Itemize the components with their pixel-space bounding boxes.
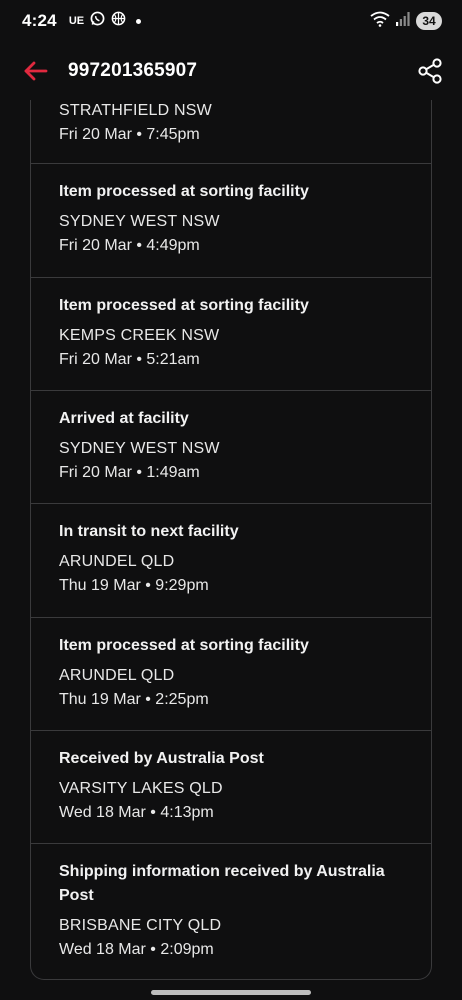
event-time: Thu 19 Mar • 9:29pm [59, 577, 209, 594]
whatsapp-icon [90, 11, 105, 31]
basketball-icon [111, 11, 126, 31]
event-status: Item processed at sorting facility [59, 183, 309, 200]
tracking-event: Received by Australia Post VARSITY LAKES… [31, 731, 431, 844]
event-location: ARUNDEL QLD [59, 667, 175, 684]
tracking-event: In transit to next facility ARUNDEL QLD … [31, 504, 431, 618]
share-button[interactable] [414, 55, 446, 87]
tracking-event: Item processed at sorting facility ARUND… [31, 618, 431, 731]
tracking-event-list: STRATHFIELD NSW Fri 20 Mar • 7:45pm Item… [31, 100, 431, 976]
event-status: Item processed at sorting facility [59, 637, 309, 654]
notification-dot-icon [136, 18, 142, 24]
tracking-event: STRATHFIELD NSW Fri 20 Mar • 7:45pm [31, 100, 431, 164]
event-status: Shipping information received by Austral… [59, 863, 385, 904]
tracking-event: Shipping information received by Austral… [31, 844, 431, 976]
notification-icons: UE [68, 11, 142, 31]
tracking-event: Item processed at sorting facility KEMPS… [31, 278, 431, 391]
event-time: Wed 18 Mar • 4:13pm [59, 804, 214, 821]
event-status: In transit to next facility [59, 523, 239, 540]
carrier-label: UE [68, 15, 85, 27]
system-icons: 34 [370, 11, 442, 32]
event-status: Received by Australia Post [59, 750, 264, 767]
event-time: Fri 20 Mar • 5:21am [59, 351, 200, 368]
event-location: KEMPS CREEK NSW [59, 327, 220, 344]
event-location: SYDNEY WEST NSW [59, 440, 220, 457]
battery-indicator: 34 [416, 12, 442, 30]
event-time: Thu 19 Mar • 2:25pm [59, 691, 209, 708]
tracking-number-title: 997201365907 [68, 60, 198, 81]
tracking-screen: 4:24 UE 34 997201365907 STRATHFIELD NSW … [0, 0, 462, 1000]
status-bar: 4:24 UE 34 [0, 0, 462, 42]
event-location: SYDNEY WEST NSW [59, 213, 220, 230]
back-button[interactable] [22, 57, 50, 85]
event-location: STRATHFIELD NSW [59, 102, 212, 119]
signal-icon [396, 11, 410, 31]
event-time: Fri 20 Mar • 7:45pm [59, 126, 200, 143]
tracking-event: Item processed at sorting facility SYDNE… [31, 164, 431, 278]
event-location: BRISBANE CITY QLD [59, 917, 222, 934]
share-icon [418, 58, 442, 84]
tracking-event: Arrived at facility SYDNEY WEST NSW Fri … [31, 391, 431, 504]
event-location: VARSITY LAKES QLD [59, 780, 223, 797]
event-location: ARUNDEL QLD [59, 553, 175, 570]
event-status: Item processed at sorting facility [59, 297, 309, 314]
event-time: Fri 20 Mar • 1:49am [59, 464, 200, 481]
status-time: 4:24 [22, 11, 57, 30]
event-time: Wed 18 Mar • 2:09pm [59, 941, 214, 958]
home-indicator[interactable] [151, 990, 311, 995]
event-status: Arrived at facility [59, 410, 189, 427]
wifi-icon [370, 11, 390, 32]
app-bar: 997201365907 [0, 42, 462, 100]
arrow-left-icon [24, 61, 48, 81]
event-time: Fri 20 Mar • 4:49pm [59, 237, 200, 254]
tracking-history-card: STRATHFIELD NSW Fri 20 Mar • 7:45pm Item… [30, 100, 432, 980]
